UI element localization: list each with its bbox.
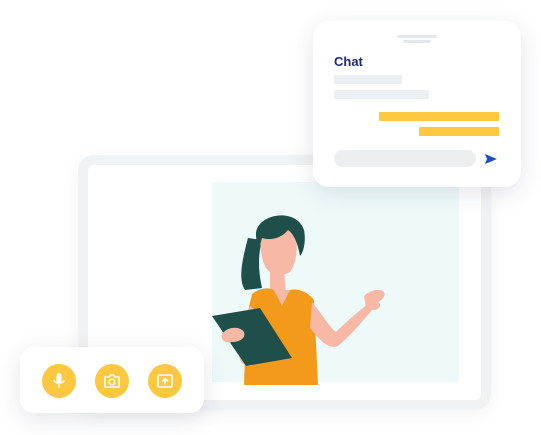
microphone-icon <box>53 373 65 388</box>
outgoing-message <box>419 127 499 136</box>
incoming-message <box>334 75 402 84</box>
send-button[interactable] <box>483 151 499 167</box>
screen-share-icon <box>157 374 173 388</box>
video-call-illustration: Chat <box>0 0 541 435</box>
drag-handle[interactable] <box>397 35 437 38</box>
chat-title: Chat <box>334 54 363 69</box>
drag-handle-line <box>403 40 431 43</box>
camera-icon <box>104 374 120 388</box>
outgoing-message <box>379 112 499 121</box>
chat-message-input[interactable] <box>334 150 476 167</box>
call-controls <box>20 347 204 413</box>
presenter-illustration <box>212 215 385 385</box>
send-icon <box>485 154 497 164</box>
camera-button[interactable] <box>95 364 129 398</box>
chat-panel: Chat <box>313 21 521 187</box>
incoming-message <box>334 90 429 99</box>
screen-share-button[interactable] <box>148 364 182 398</box>
microphone-button[interactable] <box>42 364 76 398</box>
